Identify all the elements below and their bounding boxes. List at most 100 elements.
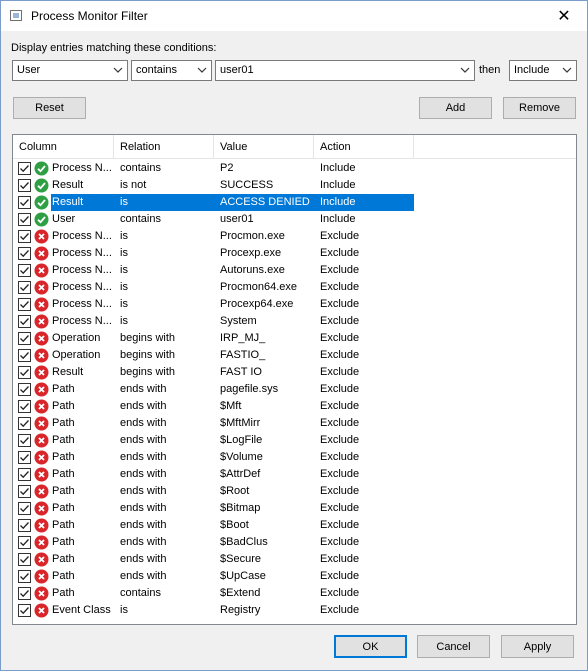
relation-select[interactable]: contains [131, 60, 212, 81]
row-checkbox[interactable] [18, 230, 31, 243]
green-check-circle-icon [34, 212, 49, 227]
cell-relation: ends with [120, 417, 167, 429]
row-checkbox[interactable] [18, 536, 31, 549]
row-checkbox[interactable] [18, 604, 31, 617]
row-checkbox[interactable] [18, 247, 31, 260]
reset-button[interactable]: Reset [13, 97, 86, 119]
filter-row[interactable]: Operation begins with FASTIO_ Exclude [13, 347, 576, 364]
cell-action: Exclude [320, 315, 360, 327]
close-button[interactable]: ✕ [541, 1, 587, 31]
row-checkbox[interactable] [18, 485, 31, 498]
header-column[interactable]: Column [13, 135, 114, 159]
column-select-value: User [17, 64, 41, 76]
row-checkbox[interactable] [18, 519, 31, 532]
row-checkbox[interactable] [18, 468, 31, 481]
add-button[interactable]: Add [419, 97, 492, 119]
column-select[interactable]: User [12, 60, 128, 81]
filter-row[interactable]: Path ends with pagefile.sys Exclude [13, 381, 576, 398]
row-checkbox[interactable] [18, 417, 31, 430]
cell-action: Exclude [320, 502, 360, 514]
filter-row[interactable]: Operation begins with IRP_MJ_ Exclude [13, 330, 576, 347]
row-checkbox[interactable] [18, 570, 31, 583]
cancel-button[interactable]: Cancel [417, 635, 490, 658]
filter-row[interactable]: Path ends with $Bitmap Exclude [13, 500, 576, 517]
filter-row[interactable]: Event Class is Registry Exclude [13, 602, 576, 619]
remove-button[interactable]: Remove [503, 97, 576, 119]
cell-relation: ends with [120, 485, 167, 497]
row-checkbox[interactable] [18, 383, 31, 396]
row-checkbox[interactable] [18, 502, 31, 515]
filter-row[interactable]: Process N... is Procmon64.exe Exclude [13, 279, 576, 296]
row-checkbox[interactable] [18, 349, 31, 362]
cell-column: Path [52, 383, 75, 395]
filter-list[interactable]: Column Relation Value Action Process N..… [12, 134, 577, 625]
filter-row[interactable]: Path ends with $AttrDef Exclude [13, 466, 576, 483]
cell-value: Procmon.exe [220, 230, 285, 242]
row-checkbox[interactable] [18, 298, 31, 311]
filter-row[interactable]: Path contains $Extend Exclude [13, 585, 576, 602]
cell-action: Exclude [320, 400, 360, 412]
cell-relation: is [120, 264, 128, 276]
cell-column: Result [52, 366, 84, 378]
filter-row[interactable]: Path ends with $MftMirr Exclude [13, 415, 576, 432]
filter-row[interactable]: Path ends with $Volume Exclude [13, 449, 576, 466]
header-relation[interactable]: Relation [114, 135, 214, 159]
row-checkbox[interactable] [18, 162, 31, 175]
cell-value: $Extend [220, 587, 261, 599]
cell-column: Process N... [52, 247, 112, 259]
row-checkbox[interactable] [18, 366, 31, 379]
filter-row[interactable]: Path ends with $LogFile Exclude [13, 432, 576, 449]
row-checkbox[interactable] [18, 587, 31, 600]
chevron-down-icon [113, 67, 123, 73]
row-checkbox[interactable] [18, 179, 31, 192]
row-checkbox[interactable] [18, 332, 31, 345]
cell-value: $Boot [220, 519, 249, 531]
filter-row[interactable]: Result is ACCESS DENIED Include [13, 194, 576, 211]
filter-row[interactable]: Result is not SUCCESS Include [13, 177, 576, 194]
row-checkbox[interactable] [18, 315, 31, 328]
cell-value: $Mft [220, 400, 242, 412]
filter-row[interactable]: Path ends with $UpCase Exclude [13, 568, 576, 585]
header-value[interactable]: Value [214, 135, 314, 159]
filter-row[interactable]: Path ends with $Root Exclude [13, 483, 576, 500]
cell-action: Exclude [320, 536, 360, 548]
cell-value: Registry [220, 604, 261, 616]
red-x-circle-icon [34, 348, 49, 363]
row-checkbox[interactable] [18, 213, 31, 226]
row-checkbox[interactable] [18, 451, 31, 464]
filter-row[interactable]: Process N... contains P2 Include [13, 160, 576, 177]
filter-row[interactable]: Process N... is Procexp.exe Exclude [13, 245, 576, 262]
apply-button[interactable]: Apply [501, 635, 574, 658]
cell-relation: ends with [120, 519, 167, 531]
cell-column: Process N... [52, 230, 112, 242]
filter-row[interactable]: Process N... is Procexp64.exe Exclude [13, 296, 576, 313]
cell-action: Exclude [320, 281, 360, 293]
row-checkbox[interactable] [18, 264, 31, 277]
filter-row[interactable]: Process N... is System Exclude [13, 313, 576, 330]
cell-action: Exclude [320, 366, 360, 378]
row-checkbox[interactable] [18, 281, 31, 294]
cell-relation: is [120, 604, 128, 616]
filter-row[interactable]: Process N... is Procmon.exe Exclude [13, 228, 576, 245]
filter-row[interactable]: User contains user01 Include [13, 211, 576, 228]
row-checkbox[interactable] [18, 434, 31, 447]
green-check-circle-icon [34, 178, 49, 193]
ok-button[interactable]: OK [334, 635, 407, 658]
filter-row[interactable]: Path ends with $Secure Exclude [13, 551, 576, 568]
value-combo[interactable]: user01 [215, 60, 475, 81]
cell-action: Exclude [320, 417, 360, 429]
red-x-circle-icon [34, 518, 49, 533]
red-x-circle-icon [34, 314, 49, 329]
action-select[interactable]: Include [509, 60, 577, 81]
header-action[interactable]: Action [314, 135, 414, 159]
filter-row[interactable]: Path ends with $Mft Exclude [13, 398, 576, 415]
row-checkbox[interactable] [18, 196, 31, 209]
cell-column: Path [52, 451, 75, 463]
filter-row[interactable]: Result begins with FAST IO Exclude [13, 364, 576, 381]
filter-row[interactable]: Process N... is Autoruns.exe Exclude [13, 262, 576, 279]
row-checkbox[interactable] [18, 553, 31, 566]
row-checkbox[interactable] [18, 400, 31, 413]
cell-relation: is [120, 298, 128, 310]
filter-row[interactable]: Path ends with $BadClus Exclude [13, 534, 576, 551]
filter-row[interactable]: Path ends with $Boot Exclude [13, 517, 576, 534]
